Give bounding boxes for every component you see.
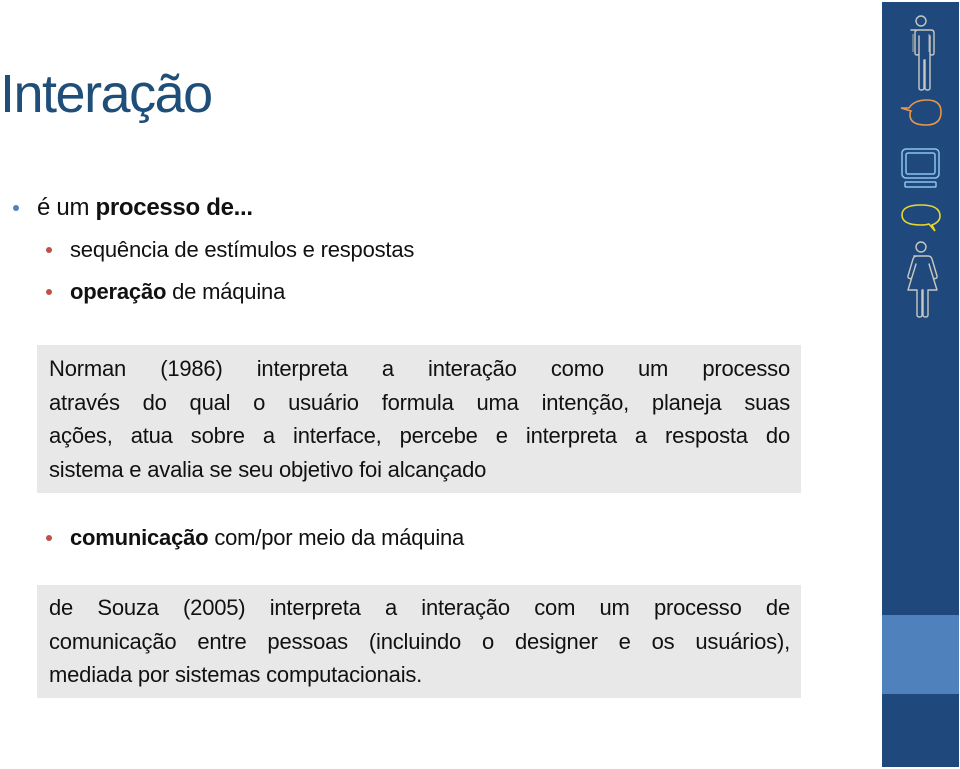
norman-line: através do qual o usuário formula uma in… <box>49 389 790 415</box>
sidebar-accent-band <box>882 615 959 694</box>
norman-line: ações, atua sobre a interface, percebe e… <box>49 423 790 448</box>
bullet-dot <box>13 205 19 211</box>
sub-bullet-text: de máquina <box>166 279 286 304</box>
bullet-prefix: é um <box>37 194 96 221</box>
speech-bubble-orange-icon <box>900 99 942 126</box>
speech-bubble-yellow-icon <box>901 204 941 232</box>
sub-bullet-text: com/por meio da máquina <box>208 525 465 550</box>
souza-quote-box: de Souza (2005) interpreta a interação c… <box>37 585 801 698</box>
sidebar-icons <box>900 15 942 318</box>
sub-bullet-comunicacao: comunicação com/por meio da máquina <box>70 523 464 553</box>
sub-bullet-bold: operação <box>70 279 167 304</box>
woman-icon <box>907 241 938 318</box>
sub-bullet-text: sequência de estímulos e respostas <box>70 237 415 262</box>
monitor-icon <box>901 148 940 188</box>
slide-title: Interação <box>0 64 213 124</box>
sub-bullet-operacao: operação de máquina <box>70 277 285 307</box>
bullet-processo: é um processo de... <box>37 192 253 224</box>
souza-line: de Souza (2005) interpreta a interação c… <box>49 595 790 620</box>
sub-bullet-dot <box>46 247 52 253</box>
sub-bullet-dot <box>46 535 52 541</box>
bullet-bold: processo de... <box>95 194 254 221</box>
norman-line: Norman (1986) interpreta a interação com… <box>49 356 790 381</box>
norman-line: sistema e avalia se seu objetivo foi alc… <box>49 456 487 482</box>
sub-bullet-dot <box>46 289 52 295</box>
man-icon <box>910 15 935 91</box>
sub-bullet-bold: comunicação <box>70 525 209 550</box>
norman-quote-box: Norman (1986) interpreta a interação com… <box>37 345 801 493</box>
souza-line: comunicação entre pessoas (incluindo o d… <box>49 628 790 654</box>
sub-bullet-estimulos: sequência de estímulos e respostas <box>70 235 414 265</box>
souza-line: mediada por sistemas computacionais. <box>49 662 423 687</box>
decorative-sidebar <box>882 2 959 767</box>
